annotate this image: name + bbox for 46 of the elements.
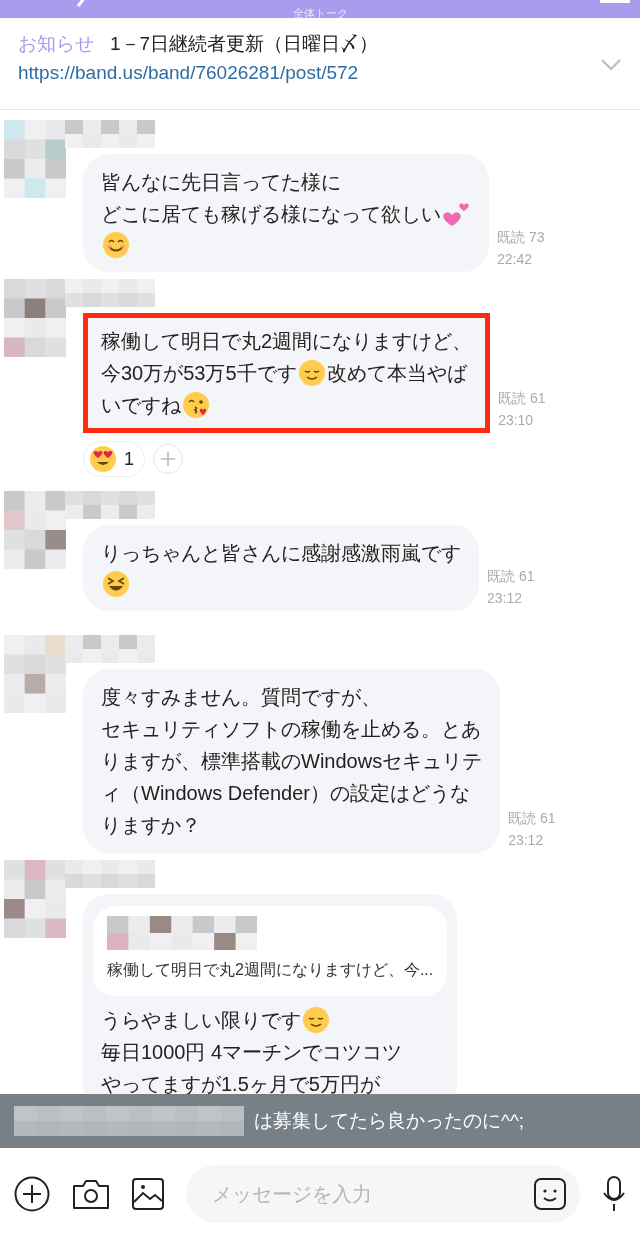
read-count: 既読 61 [498, 389, 546, 408]
smiling-face-icon [101, 230, 131, 260]
plus-icon [161, 452, 175, 466]
message-text: りますが、標準搭載のWindowsセキュリテ [101, 749, 483, 774]
quoted-text: 稼働して明日で丸2週間になりますけど、今... [107, 960, 434, 980]
kissing-face-icon [181, 390, 211, 420]
message-text: 度々すみません。質問ですが、 [101, 685, 381, 710]
microphone-button[interactable] [602, 1175, 626, 1212]
send-time: 23:10 [498, 411, 535, 430]
message-text: 皆んなに先日言ってた様に [101, 170, 341, 195]
message-text: やってますが1.5ヶ月で5万円が [101, 1072, 380, 1097]
reaction-chip[interactable]: 1 [83, 441, 145, 477]
message-text: りっちゃんと皆さんに感謝感激雨嵐です [101, 541, 461, 566]
toast-text: は募集してたら良かったのに^^; [254, 1108, 525, 1133]
message-text: 改めて本当やば [326, 361, 467, 386]
read-count: 既読 73 [497, 228, 545, 247]
image-button[interactable] [132, 1177, 164, 1210]
send-time: 23:12 [487, 589, 524, 608]
smiling-face-icon [301, 1005, 331, 1035]
quoted-message-card[interactable]: 稼働して明日で丸2週間になりますけど、今... [93, 906, 448, 996]
laughing-face-icon [101, 569, 131, 599]
message-text: うらやましい限りです [101, 1008, 301, 1033]
notice-link[interactable]: https://band.us/band/76026281/post/572 [18, 61, 359, 83]
read-count: 既読 61 [508, 809, 556, 828]
message-field[interactable]: メッセージを入力 [186, 1164, 580, 1223]
message-text: りますか？ [101, 813, 201, 838]
window-title: 全体トーク [292, 6, 348, 18]
notice-title: 1－7日継続者更新（日曜日〆） [110, 32, 379, 56]
send-time: 23:12 [508, 831, 545, 850]
reaction-count: 1 [124, 447, 134, 471]
add-button[interactable] [14, 1175, 50, 1212]
smiling-face-icon [296, 358, 327, 388]
message-text: 今30万が53万5千です [101, 361, 297, 386]
heart-eyes-face-icon [88, 444, 118, 474]
message-text: 稼働して明日で丸2週間になりますけど、 [101, 329, 473, 354]
message-text: ィ（Windows Defender）の設定はどうな [101, 781, 470, 806]
message-input[interactable]: メッセージを入力 [210, 1177, 534, 1210]
sticker-button[interactable] [534, 1177, 566, 1210]
camera-button[interactable] [72, 1177, 110, 1210]
send-time: 22:42 [497, 250, 534, 269]
message-text: セキュリティソフトの稼働を止める。とあ [101, 717, 481, 742]
message-text: どこに居ても稼げる様になって欲しい [101, 202, 441, 227]
message-text: 毎日1000円 4マーチンでコツコツ [101, 1040, 403, 1065]
message-text: いですね [101, 393, 181, 418]
notice-label: お知らせ [18, 32, 94, 56]
read-count: 既読 61 [487, 567, 535, 586]
